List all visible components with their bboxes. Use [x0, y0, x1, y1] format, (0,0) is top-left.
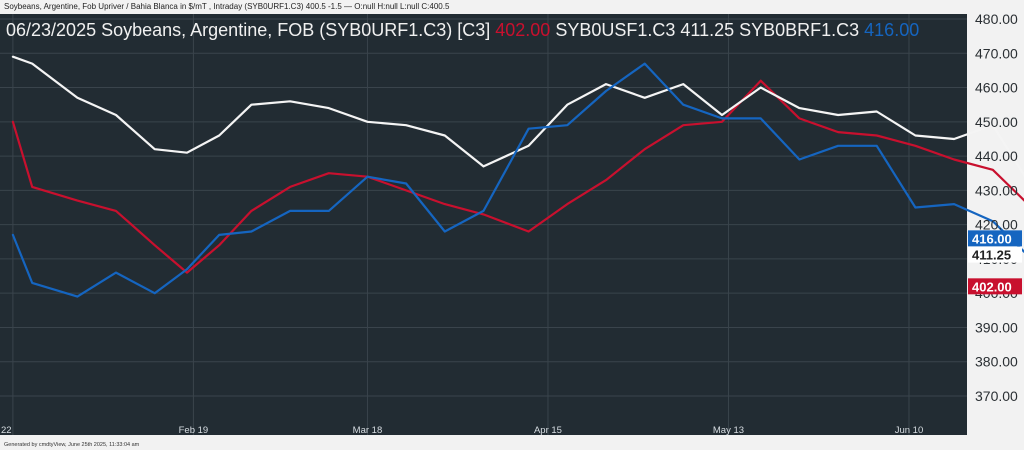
last-value-label: 411.25: [972, 248, 1011, 263]
y-tick-label: 450.00: [975, 114, 1018, 130]
price-chart[interactable]: Soybeans, Argentine, Fob Upriver / Bahia…: [0, 0, 1024, 450]
footer-generated: Generated by cmdtyView, June 25th 2025, …: [4, 442, 140, 448]
chart-container: Soybeans, Argentine, Fob Upriver / Bahia…: [0, 0, 1024, 450]
last-value-label: 416.00: [972, 231, 1012, 246]
y-tick-label: 370.00: [975, 388, 1018, 404]
x-tick-label: May 13: [713, 425, 744, 436]
chart-title-segment: SYB0USF1.C3 411.25 SYB0BRF1.C3: [550, 20, 864, 40]
y-tick-label: 420.00: [975, 217, 1018, 233]
y-tick-label: 380.00: [975, 354, 1018, 370]
chart-title: 06/23/2025 Soybeans, Argentine, FOB (SYB…: [6, 20, 919, 40]
y-tick-label: 440.00: [975, 148, 1018, 164]
chart-title-segment: 06/23/2025 Soybeans, Argentine, FOB (SYB…: [6, 20, 495, 40]
y-tick-label: 390.00: [975, 319, 1018, 335]
y-tick-label: 480.00: [975, 11, 1018, 27]
y-tick-label: 430.00: [975, 182, 1018, 198]
x-tick-label: Feb 19: [179, 425, 209, 436]
last-value-label: 402.00: [972, 279, 1012, 294]
x-tick-label: Apr 15: [534, 425, 562, 436]
y-tick-label: 460.00: [975, 80, 1018, 96]
chart-title-segment: 402.00: [495, 20, 550, 40]
instrument-info: Soybeans, Argentine, Fob Upriver / Bahia…: [4, 2, 450, 11]
x-tick-label: 22: [1, 425, 12, 436]
chart-title-segment: 416.00: [864, 20, 919, 40]
last-value-badges: 402.00 411.25 416.00: [968, 230, 1022, 295]
x-tick-label: Mar 18: [353, 425, 383, 436]
x-tick-label: Jun 10: [895, 425, 924, 436]
y-tick-label: 470.00: [975, 45, 1018, 61]
